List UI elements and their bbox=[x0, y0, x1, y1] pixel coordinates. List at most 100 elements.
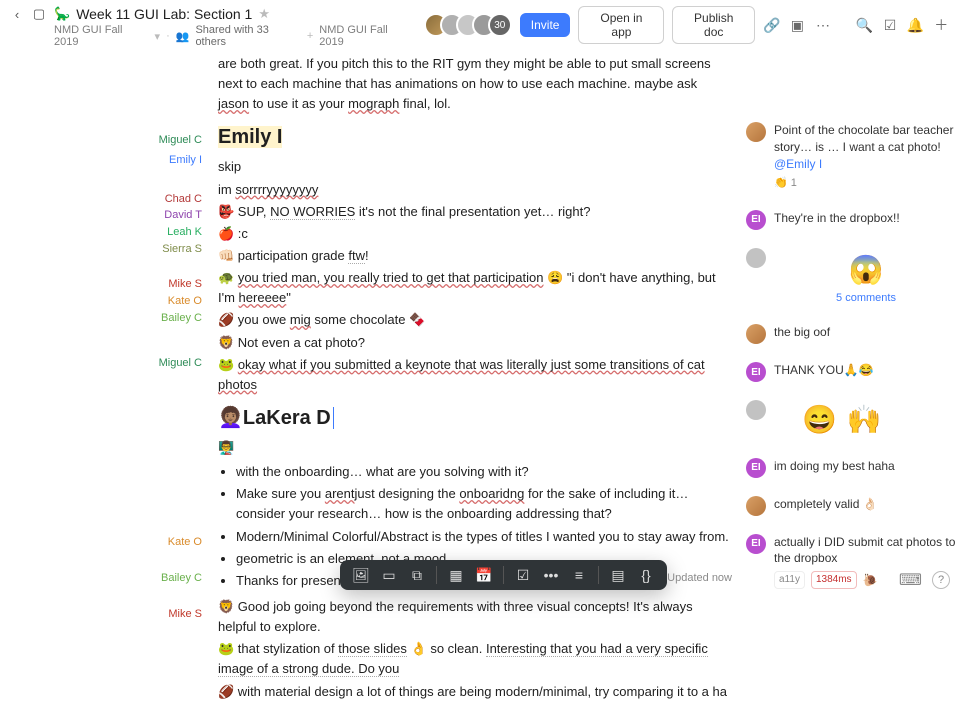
intro-paragraph[interactable]: are both great. If you pitch this to the… bbox=[218, 54, 730, 114]
code-icon[interactable]: {} bbox=[635, 567, 657, 583]
line-bailey2[interactable]: 🐸 that stylization of those slides 👌 so … bbox=[218, 639, 730, 679]
author-label: Mike S bbox=[168, 278, 202, 290]
author-label: Kate O bbox=[168, 295, 202, 307]
doc-title[interactable]: Week 11 GUI Lab: Section 1 bbox=[76, 6, 252, 22]
shared-with[interactable]: Shared with 33 others bbox=[195, 24, 300, 48]
comment[interactable]: EI They're in the dropbox!! bbox=[746, 210, 958, 230]
comment[interactable]: EI THANK YOU🙏😂 bbox=[746, 362, 958, 382]
invite-button[interactable]: Invite bbox=[520, 13, 571, 37]
back-icon[interactable]: ‹ bbox=[8, 7, 26, 22]
comment-body: Point of the chocolate bar teacher story… bbox=[774, 122, 958, 192]
big-emoji: 🙌 bbox=[847, 400, 882, 439]
insert-toolbar[interactable]: 🖼 ▭ ⧉ ▦ 📅 ☑ ••• ≡ ▤ {} bbox=[340, 560, 667, 590]
open-in-app-button[interactable]: Open in app bbox=[578, 6, 664, 44]
help-icon[interactable]: ? bbox=[932, 571, 950, 589]
line-mike2[interactable]: 🏈 with material design a lot of things a… bbox=[218, 682, 730, 702]
tag-chip[interactable]: a11y bbox=[774, 571, 805, 589]
text: just designing the bbox=[355, 486, 460, 501]
line-sorry[interactable]: im sorrrryyyyyyyy bbox=[218, 180, 730, 200]
list-item[interactable]: Make sure you arentjust designing the on… bbox=[236, 484, 730, 524]
comment[interactable]: Point of the chocolate bar teacher story… bbox=[746, 122, 958, 192]
people-icon: 👥 bbox=[176, 30, 190, 43]
mention[interactable]: @Emily I bbox=[774, 157, 822, 171]
teacher-emoji-line[interactable]: 👨‍🏫 bbox=[218, 438, 730, 458]
comment-body: They're in the dropbox!! bbox=[774, 210, 958, 227]
line-david[interactable]: 🍎 :c bbox=[218, 224, 730, 244]
line-chad[interactable]: 👺 SUP, NO WORRIES it's not the final pre… bbox=[218, 202, 730, 222]
divider bbox=[503, 566, 504, 584]
plus-icon[interactable]: ＋ bbox=[932, 15, 950, 35]
comments-link[interactable]: 5 comments bbox=[774, 291, 958, 306]
text: are both great. If you pitch this to the… bbox=[218, 56, 711, 91]
divider bbox=[598, 566, 599, 584]
dropbox-icon[interactable]: ⧉ bbox=[406, 567, 428, 584]
line-bailey1[interactable]: 🐸 okay what if you submitted a keynote t… bbox=[218, 355, 730, 395]
list-item[interactable]: with the onboarding… what are you solvin… bbox=[236, 462, 730, 482]
comments-panel: Point of the chocolate bar teacher story… bbox=[738, 52, 958, 704]
line-sierra[interactable]: 🐢 you tried man, you really tried to get… bbox=[218, 268, 730, 308]
author-label: Bailey C bbox=[161, 572, 202, 584]
heading-lakera[interactable]: 👩🏽‍🦱LaKera D bbox=[218, 403, 730, 434]
chevron-down-icon[interactable]: ▾ bbox=[155, 30, 161, 43]
text: 👌 so clean. bbox=[407, 641, 486, 656]
reaction-chip[interactable]: 👏 1 bbox=[774, 176, 958, 191]
text-caret bbox=[333, 407, 334, 429]
text: im bbox=[218, 182, 235, 197]
wavy-text: jason bbox=[218, 96, 249, 111]
text: 🐸 that stylization of bbox=[218, 641, 338, 656]
bottom-right-icons: ⌨ ? bbox=[899, 570, 950, 590]
nav-icons: ‹ ▢ bbox=[8, 6, 48, 22]
checkbox-icon[interactable]: ☑ bbox=[512, 567, 534, 584]
comment-reaction[interactable]: 😱 5 comments bbox=[746, 248, 958, 307]
folder-link[interactable]: NMD GUI Fall 2019 bbox=[54, 24, 149, 48]
line-skip[interactable]: skip bbox=[218, 157, 730, 177]
text: final, lol. bbox=[399, 96, 450, 111]
comment[interactable]: the big oof bbox=[746, 324, 958, 344]
more-icon[interactable]: ⋯ bbox=[814, 17, 832, 34]
numbered-list-icon[interactable]: ≡ bbox=[568, 567, 590, 583]
author-label: David T bbox=[164, 209, 202, 221]
wavy-text: mig bbox=[290, 312, 311, 327]
embed-icon[interactable]: ▭ bbox=[378, 567, 400, 584]
title-block: 🦕 Week 11 GUI Lab: Section 1 ★ NMD GUI F… bbox=[54, 6, 414, 48]
check-icon[interactable]: ☑ bbox=[881, 17, 899, 34]
list-item[interactable]: Modern/Minimal Colorful/Abstract is the … bbox=[236, 527, 730, 547]
dotted-text: ftw bbox=[348, 248, 365, 264]
avatar-stack[interactable]: 30 bbox=[424, 13, 512, 37]
panel-icon[interactable]: ▢ bbox=[30, 6, 48, 22]
doc-content[interactable]: are both great. If you pitch this to the… bbox=[218, 52, 738, 704]
text: some chocolate 🍫 bbox=[311, 312, 425, 327]
wavy-text: you tried man, you really tried to get t… bbox=[238, 270, 544, 285]
image-icon[interactable]: 🖼 bbox=[350, 567, 372, 584]
heading-emily[interactable]: Emily I bbox=[218, 122, 730, 153]
shared-extra[interactable]: NMD GUI Fall 2019 bbox=[319, 24, 414, 48]
perf-chip[interactable]: 1384ms bbox=[811, 571, 857, 589]
text: ! bbox=[365, 248, 369, 263]
divider bbox=[436, 566, 437, 584]
avatar-overflow[interactable]: 30 bbox=[488, 13, 512, 37]
publish-button[interactable]: Publish doc bbox=[672, 6, 755, 44]
comment[interactable]: EI im doing my best haha bbox=[746, 458, 958, 478]
line-mike1[interactable]: 🏈 you owe mig some chocolate 🍫 bbox=[218, 310, 730, 330]
present-icon[interactable]: ▣ bbox=[789, 17, 807, 34]
avatar bbox=[746, 400, 766, 420]
calendar-icon[interactable]: 📅 bbox=[473, 567, 495, 584]
comment-reaction-pair[interactable]: 😄 🙌 bbox=[746, 400, 958, 439]
bullet-list-icon[interactable]: ••• bbox=[540, 567, 562, 583]
text: LaKera D bbox=[243, 407, 331, 429]
line-kate2[interactable]: 🦁 Good job going beyond the requirements… bbox=[218, 597, 730, 637]
star-icon[interactable]: ★ bbox=[258, 6, 270, 22]
comment[interactable]: completely valid 👌🏻 bbox=[746, 496, 958, 516]
avatar: EI bbox=[746, 362, 766, 382]
line-leah[interactable]: 👊🏻 participation grade ftw! bbox=[218, 246, 730, 266]
link-icon[interactable]: 🔗 bbox=[763, 17, 781, 34]
avatar: EI bbox=[746, 210, 766, 230]
bell-icon[interactable]: 🔔 bbox=[907, 17, 925, 34]
dotted-text: those slides bbox=[338, 641, 407, 657]
keyboard-icon[interactable]: ⌨ bbox=[899, 570, 922, 590]
search-icon[interactable]: 🔍 bbox=[856, 17, 874, 34]
author-label: Bailey C bbox=[161, 312, 202, 324]
line-kate1[interactable]: 🦁 Not even a cat photo? bbox=[218, 333, 730, 353]
table-icon[interactable]: ▦ bbox=[445, 567, 467, 584]
layout-icon[interactable]: ▤ bbox=[607, 567, 629, 584]
